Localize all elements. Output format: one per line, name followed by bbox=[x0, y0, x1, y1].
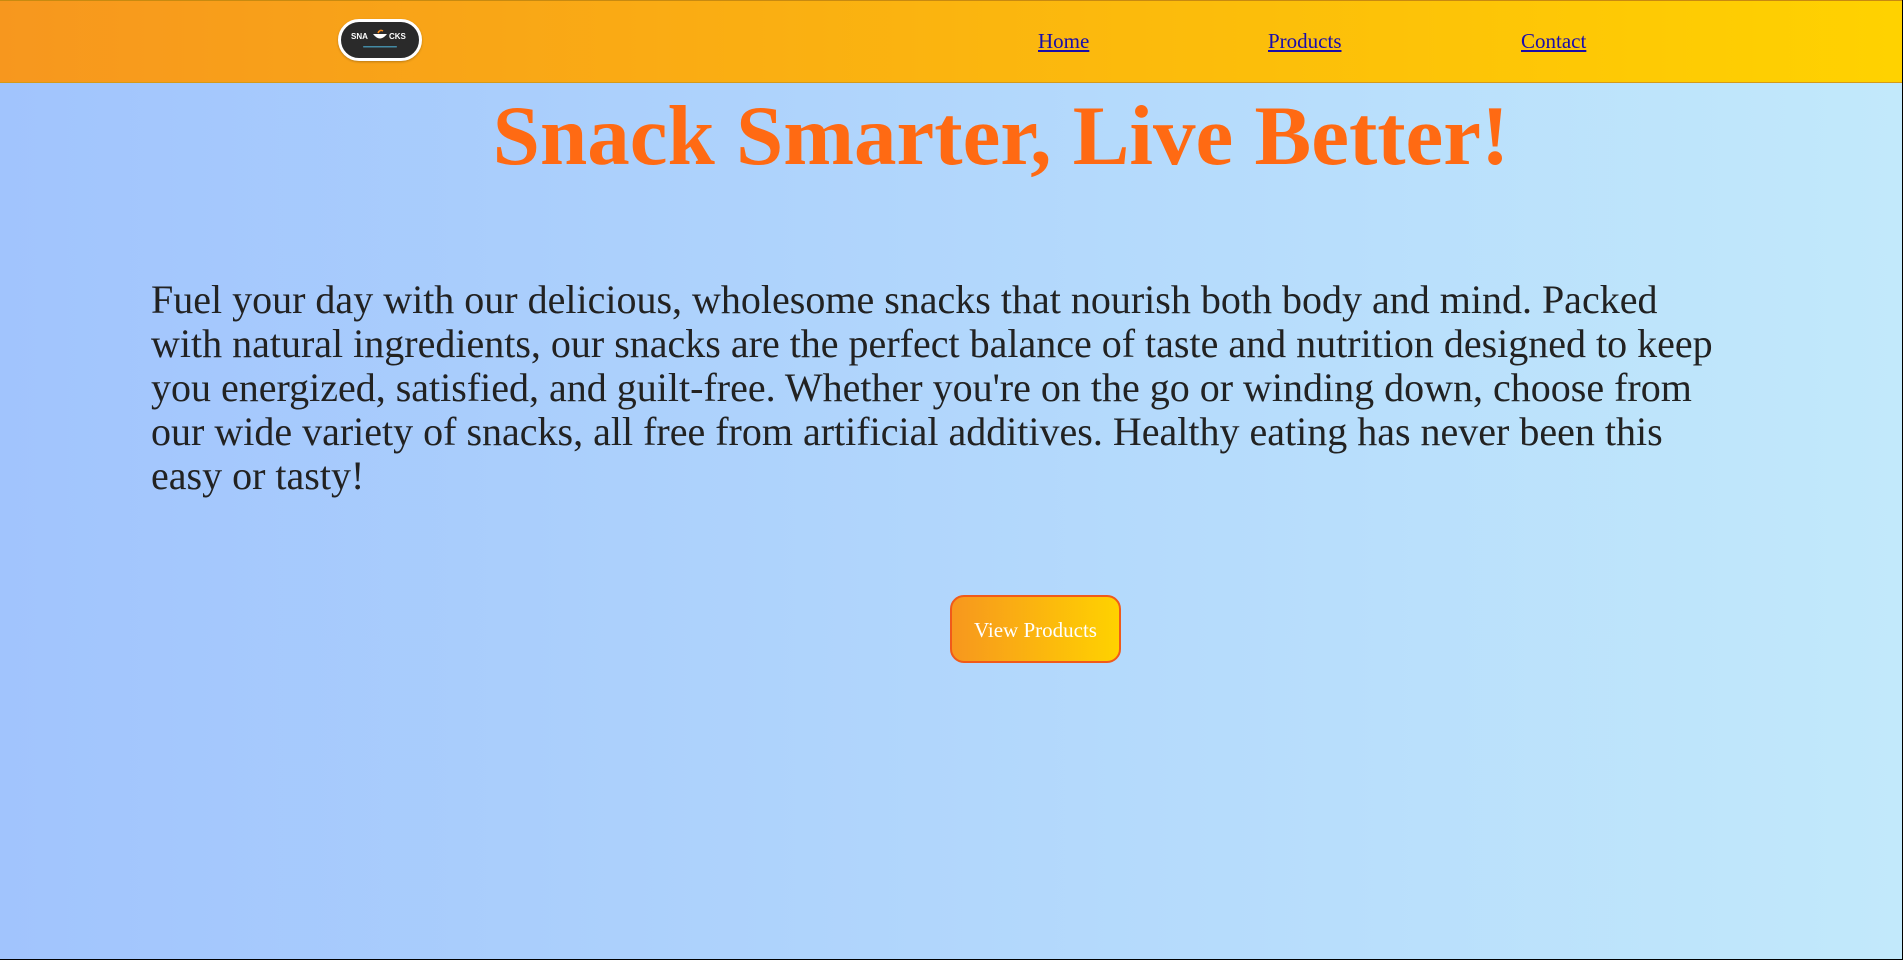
logo-tagline-mark bbox=[363, 46, 397, 48]
browser-viewport: SNA CKS Home Products Contact Snack Smar… bbox=[0, 0, 1903, 960]
nav-link-home[interactable]: Home bbox=[1038, 29, 1089, 54]
view-products-button[interactable]: View Products bbox=[950, 595, 1121, 663]
logo-text-left: SNA bbox=[351, 32, 368, 41]
logo-steam bbox=[377, 29, 384, 34]
hero-title: Snack Smarter, Live Better! bbox=[492, 89, 1510, 183]
snack-bowl-icon: SNA CKS bbox=[351, 29, 407, 48]
logo-text-right: CKS bbox=[389, 32, 407, 41]
nav-link-products[interactable]: Products bbox=[1268, 29, 1342, 54]
hero-description: Fuel your day with our delicious, wholes… bbox=[151, 277, 1713, 498]
nav-link-contact[interactable]: Contact bbox=[1521, 29, 1586, 54]
logo[interactable]: SNA CKS bbox=[338, 19, 422, 61]
page: SNA CKS Home Products Contact Snack Smar… bbox=[0, 0, 1902, 959]
logo-bowl bbox=[373, 34, 387, 39]
navbar: SNA CKS Home Products Contact bbox=[0, 0, 1902, 83]
